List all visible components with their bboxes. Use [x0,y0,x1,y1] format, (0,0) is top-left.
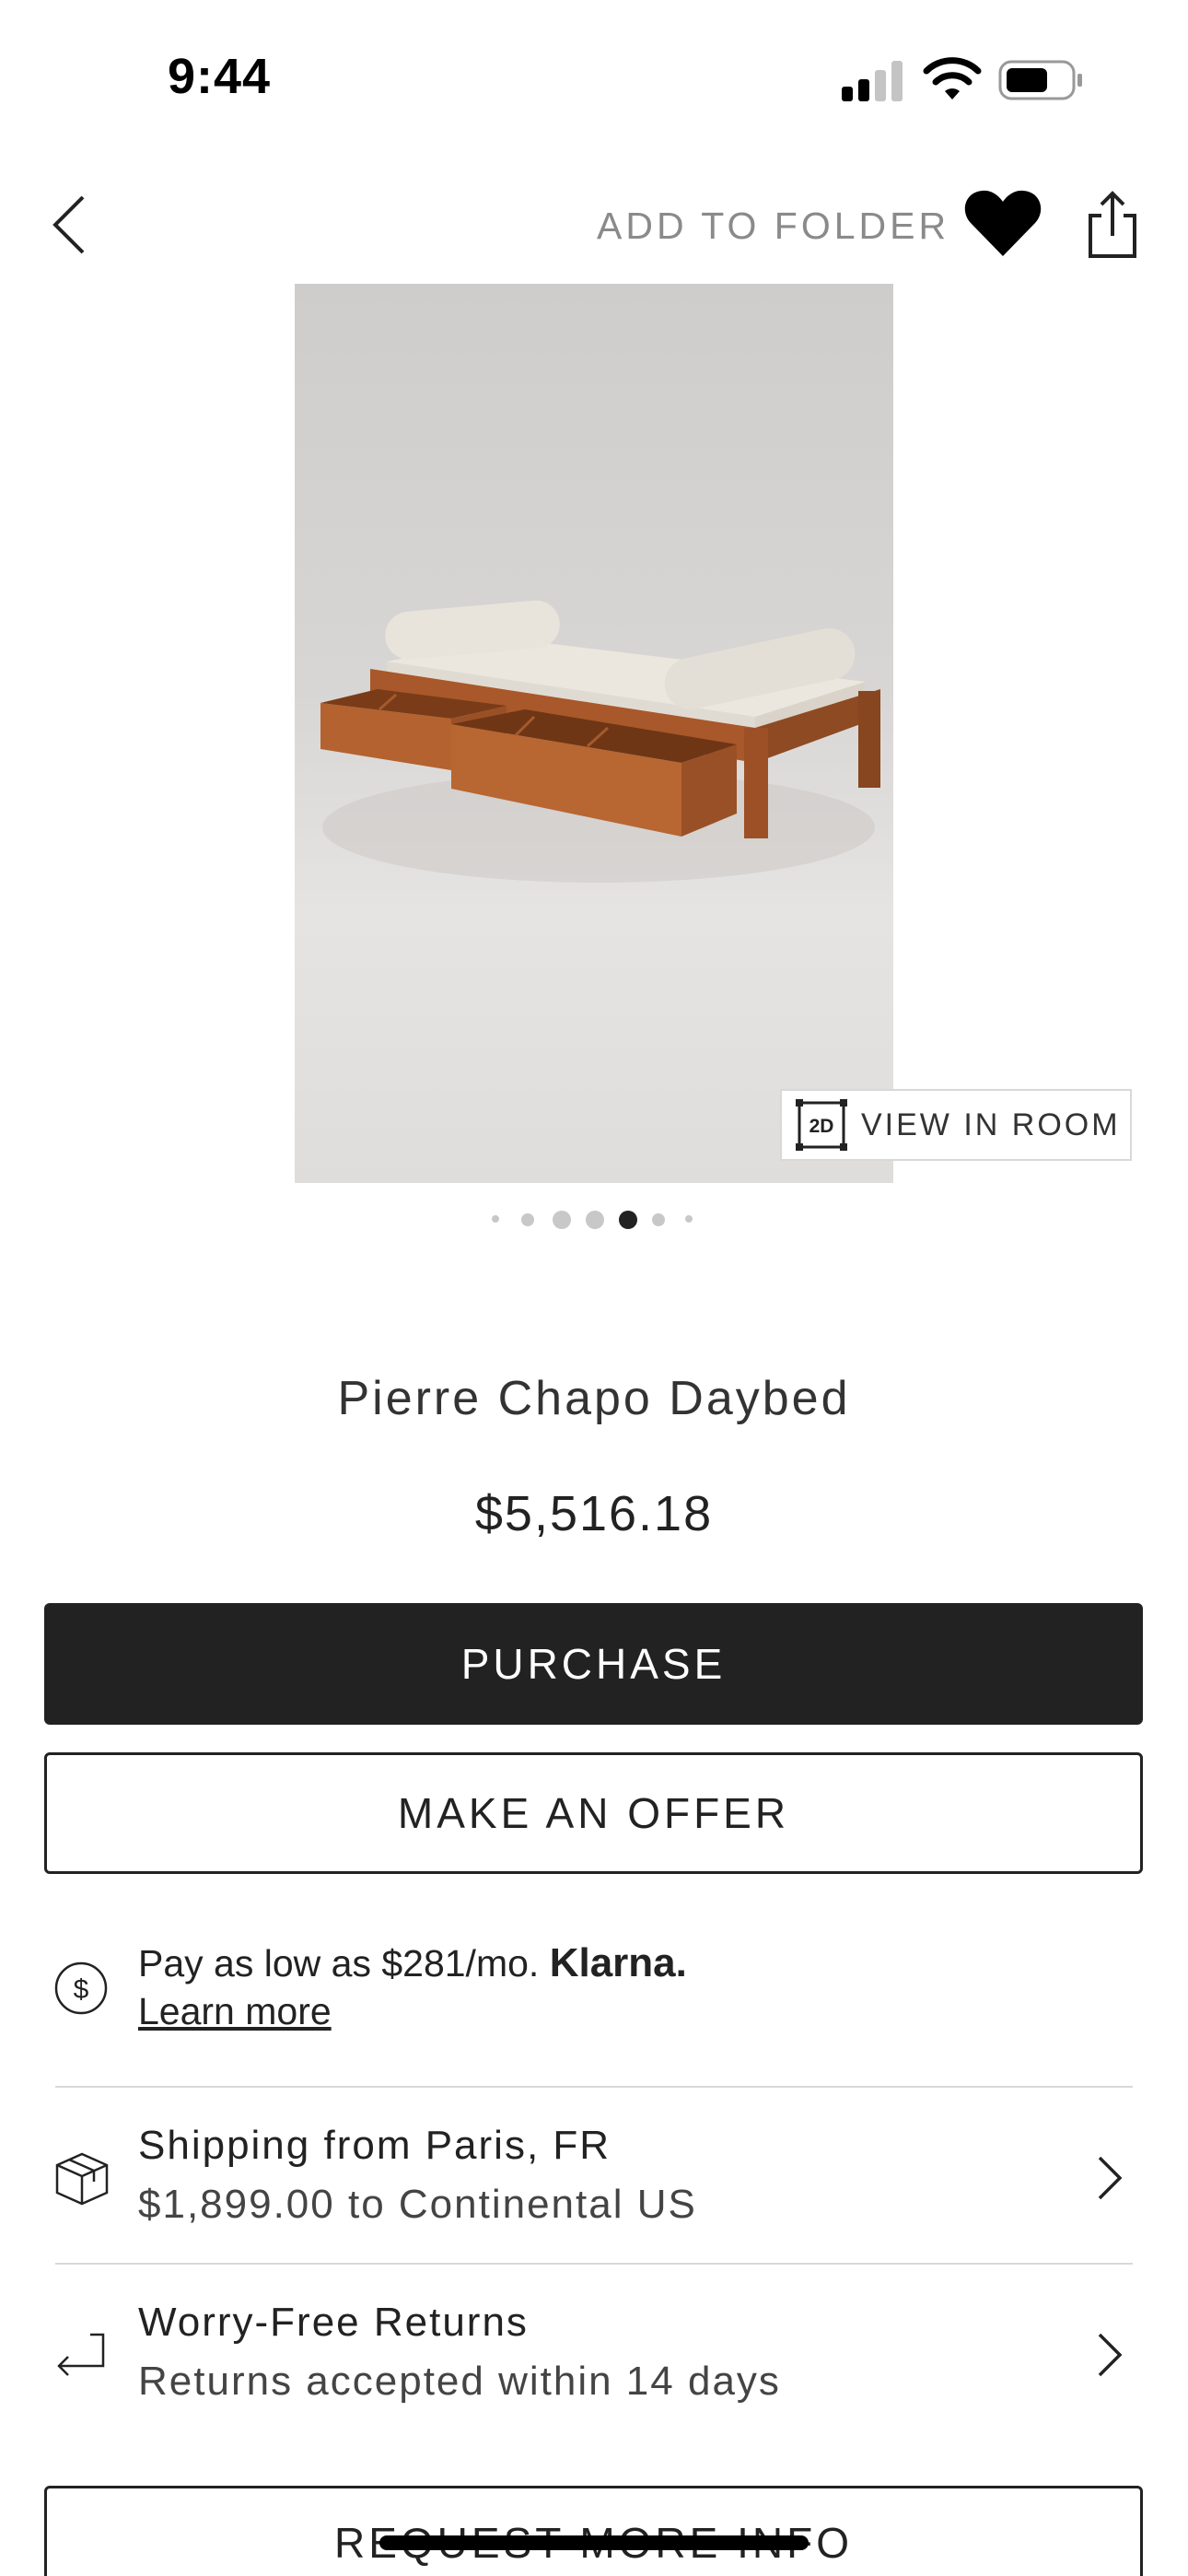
returns-detail: Returns accepted within 14 days [138,2359,781,2404]
returns-title: Worry-Free Returns [138,2300,529,2345]
klarna-financing-text: Pay as low as $281/mo. Klarna. [138,1940,687,1986]
carousel-dot-active[interactable] [619,1211,637,1229]
add-to-folder-button[interactable]: ADD TO FOLDER [597,205,949,248]
purchase-button[interactable]: PURCHASE [44,1603,1143,1725]
carousel-dot[interactable] [652,1213,665,1226]
chevron-right-icon [1098,2156,1123,2200]
make-offer-button[interactable]: MAKE AN OFFER [44,1752,1143,1874]
box-icon [55,2152,109,2206]
product-title: Pierre Chapo Daybed [337,1372,851,1425]
divider [55,2086,1133,2088]
carousel-dot[interactable] [521,1213,534,1226]
battery-icon [998,60,1082,100]
view-in-room-button[interactable]: 2D VIEW IN ROOM [780,1089,1132,1161]
returns-row[interactable]: Worry-Free Returns Returns accepted with… [0,2266,1188,2441]
carousel-dot[interactable] [553,1211,571,1229]
klarna-logo: Klarna. [549,1940,687,1985]
return-arrow-icon [57,2333,105,2376]
dollar-symbol: $ [74,1974,89,2005]
divider [55,2263,1133,2265]
view-in-room-label: VIEW IN ROOM [861,1107,1121,1142]
view-in-room-2d-icon: 2D [796,1099,847,1151]
shipping-detail: $1,899.00 to Continental US [138,2182,697,2227]
klarna-text: Pay as low as $281/mo. [138,1942,540,1985]
product-image[interactable] [295,284,893,1183]
request-more-info-button[interactable]: REQUEST MORE INFO [44,2486,1143,2576]
chevron-right-icon [1098,2333,1123,2377]
back-button[interactable] [44,188,99,262]
status-time: 9:44 [168,49,272,104]
home-indicator[interactable] [379,2535,809,2550]
wifi-icon [923,57,982,100]
carousel-dot[interactable] [586,1211,604,1229]
view-in-room-badge: 2D [809,1116,834,1137]
heart-icon[interactable] [963,188,1042,258]
dollar-circle-icon: $ [54,1961,108,2015]
klarna-learn-more-link[interactable]: Learn more [138,1990,332,2033]
carousel-dot[interactable] [685,1215,693,1223]
daybed-illustration [320,600,880,883]
share-icon[interactable] [1085,190,1140,260]
cellular-signal-icon [842,61,906,101]
product-price: $5,516.18 [474,1486,714,1541]
shipping-row[interactable]: Shipping from Paris, FR $1,899.00 to Con… [0,2090,1188,2265]
shipping-title: Shipping from Paris, FR [138,2123,611,2168]
image-carousel-dots[interactable] [479,1207,718,1229]
carousel-dot[interactable] [492,1215,499,1223]
